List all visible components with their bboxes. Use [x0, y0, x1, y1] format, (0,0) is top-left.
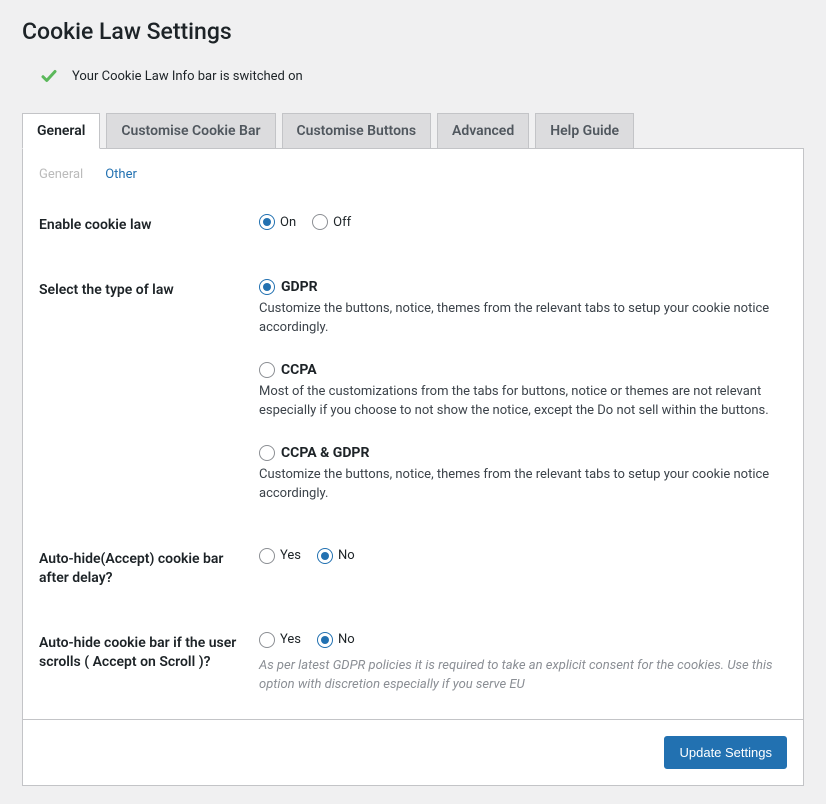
row-auto-hide-scroll: Auto-hide cookie bar if the user scrolls…: [39, 632, 787, 695]
tab-general[interactable]: General: [22, 113, 100, 149]
sub-tab-nav: General Other: [39, 167, 787, 182]
label-enable-cookie-law: Enable cookie law: [39, 214, 239, 235]
desc-ccpa-gdpr: Customize the buttons, notice, themes fr…: [259, 465, 787, 504]
row-auto-hide-delay: Auto-hide(Accept) cookie bar after delay…: [39, 548, 787, 588]
radio-delay-yes[interactable]: Yes: [259, 548, 301, 564]
option-ccpa: CCPA Most of the customizations from the…: [259, 362, 787, 421]
radio-scroll-no-input[interactable]: [317, 632, 333, 648]
update-settings-button[interactable]: Update Settings: [664, 736, 787, 769]
radio-enable-on[interactable]: On: [259, 214, 296, 230]
radio-enable-on-label: On: [280, 215, 296, 230]
label-auto-hide-delay: Auto-hide(Accept) cookie bar after delay…: [39, 548, 239, 588]
radio-enable-off-input[interactable]: [312, 214, 328, 230]
tab-customise-buttons[interactable]: Customise Buttons: [282, 113, 432, 149]
radio-delay-yes-input[interactable]: [259, 548, 275, 564]
radio-delay-no[interactable]: No: [317, 548, 355, 564]
radio-scroll-yes[interactable]: Yes: [259, 632, 301, 648]
label-law-type: Select the type of law: [39, 279, 239, 300]
radio-scroll-yes-input[interactable]: [259, 632, 275, 648]
radio-scroll-no[interactable]: No: [317, 632, 355, 648]
hint-auto-hide-scroll: As per latest GDPR policies it is requir…: [259, 656, 787, 695]
radio-delay-no-label: No: [338, 548, 355, 563]
row-law-type: Select the type of law GDPR Customize th…: [39, 279, 787, 504]
radio-ccpa-label: CCPA: [281, 362, 317, 378]
option-gdpr: GDPR Customize the buttons, notice, them…: [259, 279, 787, 338]
tab-nav: General Customise Cookie Bar Customise B…: [22, 113, 804, 149]
tab-help-guide[interactable]: Help Guide: [535, 113, 634, 149]
row-enable-cookie-law: Enable cookie law On Off: [39, 214, 787, 235]
sub-tab-general[interactable]: General: [39, 167, 83, 182]
desc-gdpr: Customize the buttons, notice, themes fr…: [259, 299, 787, 338]
radio-enable-on-input[interactable]: [259, 214, 275, 230]
footer-bar: Update Settings: [22, 720, 804, 786]
radio-delay-no-input[interactable]: [317, 548, 333, 564]
check-icon: [40, 67, 58, 85]
option-ccpa-gdpr: CCPA & GDPR Customize the buttons, notic…: [259, 445, 787, 504]
tab-customise-cookie-bar[interactable]: Customise Cookie Bar: [106, 113, 275, 149]
sub-tab-other[interactable]: Other: [105, 167, 137, 182]
radio-ccpa[interactable]: [259, 362, 275, 378]
radio-gdpr-label: GDPR: [281, 279, 318, 295]
radio-scroll-yes-label: Yes: [280, 632, 301, 647]
settings-panel: General Other Enable cookie law On Off S…: [22, 148, 804, 720]
radio-enable-off-label: Off: [333, 215, 351, 230]
label-auto-hide-scroll: Auto-hide cookie bar if the user scrolls…: [39, 632, 239, 672]
page-title: Cookie Law Settings: [22, 18, 804, 45]
tab-advanced[interactable]: Advanced: [437, 113, 529, 149]
radio-scroll-no-label: No: [338, 632, 355, 647]
radio-ccpa-gdpr-label: CCPA & GDPR: [281, 445, 369, 461]
radio-ccpa-gdpr[interactable]: [259, 445, 275, 461]
status-row: Your Cookie Law Info bar is switched on: [40, 67, 804, 85]
status-text: Your Cookie Law Info bar is switched on: [72, 69, 303, 84]
desc-ccpa: Most of the customizations from the tabs…: [259, 382, 787, 421]
radio-enable-off[interactable]: Off: [312, 214, 351, 230]
radio-delay-yes-label: Yes: [280, 548, 301, 563]
radio-gdpr[interactable]: [259, 279, 275, 295]
